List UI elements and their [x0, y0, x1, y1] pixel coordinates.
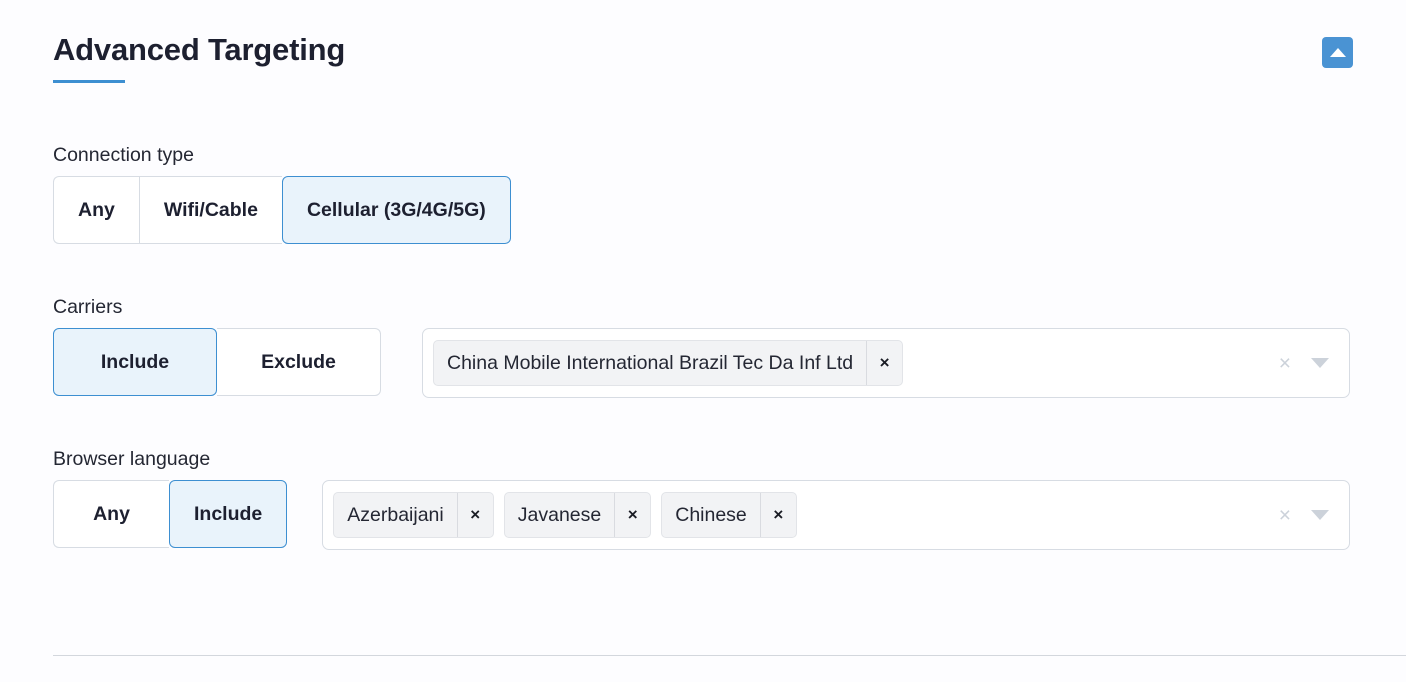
language-tag: Azerbaijani × [333, 492, 494, 538]
panel-header: Advanced Targeting [53, 30, 1353, 90]
language-tag-remove-icon[interactable]: × [759, 493, 796, 537]
browser-language-clear-icon[interactable]: × [1279, 505, 1291, 526]
carriers-chevron-down-icon[interactable] [1311, 358, 1329, 368]
segment-language-include[interactable]: Include [169, 480, 288, 548]
language-tag: Javanese × [503, 492, 652, 538]
language-tag-remove-icon[interactable]: × [614, 493, 650, 537]
title-underline-accent [53, 80, 125, 83]
advanced-targeting-panel: Advanced Targeting Connection type Any W… [0, 0, 1406, 682]
language-tag-label: Azerbaijani [347, 503, 444, 526]
page-title: Advanced Targeting [53, 32, 346, 67]
browser-language-label: Browser language [53, 448, 211, 470]
segment-connection-any[interactable]: Any [53, 176, 139, 244]
carriers-multiselect[interactable]: China Mobile International Brazil Tec Da… [422, 328, 1350, 398]
collapse-panel-button[interactable] [1322, 37, 1353, 68]
connection-type-field: Connection type Any Wifi/Cable Cellular … [53, 143, 511, 244]
segment-connection-cellular[interactable]: Cellular (3G/4G/5G) [281, 176, 511, 244]
carriers-label: Carriers [53, 296, 123, 318]
carriers-clear-icon[interactable]: × [1279, 353, 1291, 374]
carrier-tag-label: China Mobile International Brazil Tec Da… [447, 351, 854, 374]
carrier-tag: China Mobile International Brazil Tec Da… [433, 340, 904, 386]
language-tag-remove-icon[interactable]: × [456, 493, 493, 537]
chevron-up-icon [1329, 48, 1346, 57]
browser-language-segmented-control: Any Include [53, 480, 288, 548]
language-tag-label: Javanese [517, 503, 602, 526]
connection-type-segmented-control: Any Wifi/Cable Cellular (3G/4G/5G) [53, 176, 511, 244]
browser-language-tag-list: Azerbaijani × Javanese × Chinese × [333, 486, 1264, 544]
carriers-field: Carriers Include Exclude China Mobile In… [53, 295, 1350, 398]
browser-language-multiselect[interactable]: Azerbaijani × Javanese × Chinese × × [322, 480, 1350, 550]
browser-language-field: Browser language Any Include Azerbaijani… [53, 447, 1350, 550]
browser-language-chevron-down-icon[interactable] [1311, 510, 1329, 520]
connection-type-label: Connection type [53, 144, 194, 166]
carriers-tag-list: China Mobile International Brazil Tec Da… [433, 334, 1265, 392]
carriers-row: Include Exclude China Mobile Internation… [53, 328, 1350, 398]
section-divider [53, 655, 1406, 656]
segment-carriers-include[interactable]: Include [53, 328, 217, 396]
segment-connection-wifi-cable[interactable]: Wifi/Cable [138, 176, 282, 244]
segment-language-any[interactable]: Any [53, 480, 169, 548]
carrier-tag-remove-icon[interactable]: × [866, 341, 902, 385]
language-tag-label: Chinese [675, 503, 747, 526]
carriers-segmented-control: Include Exclude [53, 328, 381, 396]
browser-language-row: Any Include Azerbaijani × Javanese × Chi… [53, 480, 1350, 550]
browser-language-multiselect-actions: × [1265, 505, 1341, 526]
segment-carriers-exclude[interactable]: Exclude [217, 328, 381, 396]
connection-type-row: Any Wifi/Cable Cellular (3G/4G/5G) [53, 176, 511, 244]
carriers-multiselect-actions: × [1265, 353, 1341, 374]
language-tag: Chinese × [661, 492, 797, 538]
